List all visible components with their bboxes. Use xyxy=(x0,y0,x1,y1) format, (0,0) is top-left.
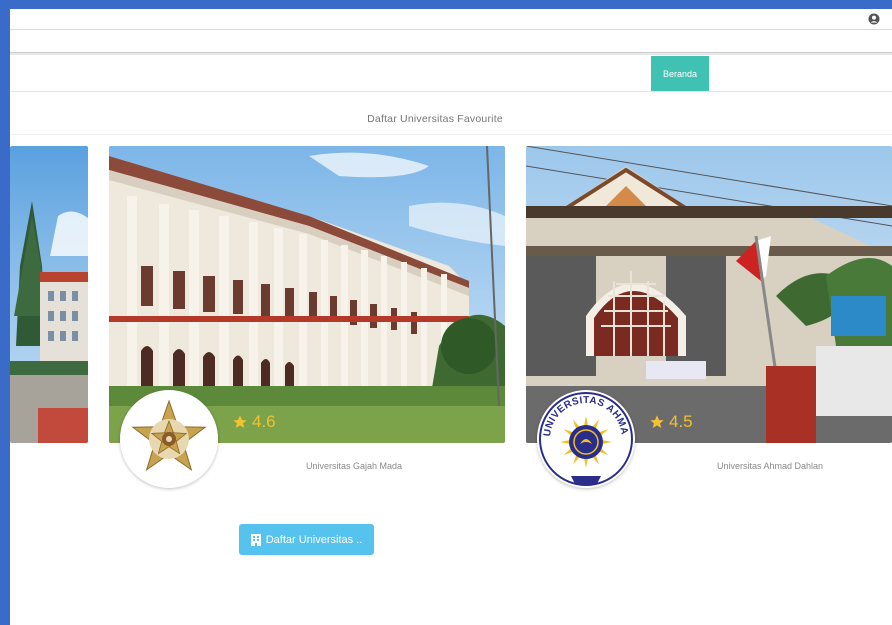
main-navbar: Beranda xyxy=(10,56,892,92)
rating-value: 4.5 xyxy=(669,412,693,431)
user-circle-icon[interactable] xyxy=(868,13,880,25)
university-photo-partial[interactable] xyxy=(10,146,88,443)
building-icon xyxy=(250,533,261,546)
nav-item-beranda[interactable]: Beranda xyxy=(651,56,709,91)
top-bar xyxy=(10,9,892,30)
university-list-button[interactable]: Daftar Universitas .. xyxy=(239,524,374,555)
button-label: Daftar Universitas .. xyxy=(265,533,363,546)
rating-ugm: 4.6 xyxy=(232,412,276,432)
divider xyxy=(10,134,892,135)
uad-logo: UNIVERSITAS AHMAD DAHLAN xyxy=(537,390,635,488)
secondary-bar xyxy=(10,30,892,53)
rating-uad: 4.5 xyxy=(649,412,693,432)
university-name-uad[interactable]: Universitas Ahmad Dahlan xyxy=(717,461,823,471)
star-icon xyxy=(233,415,247,428)
browser-viewport: Beranda Daftar Universitas Favourite UNI… xyxy=(10,9,892,625)
rating-value: 4.6 xyxy=(252,412,276,431)
star-icon xyxy=(650,415,664,428)
ugm-logo xyxy=(120,390,218,488)
section-title-text: Daftar Universitas Favourite xyxy=(367,113,503,125)
university-name-ugm[interactable]: Universitas Gajah Mada xyxy=(306,461,402,471)
divider xyxy=(10,53,892,55)
section-title: Daftar Universitas Favourite xyxy=(10,113,892,125)
